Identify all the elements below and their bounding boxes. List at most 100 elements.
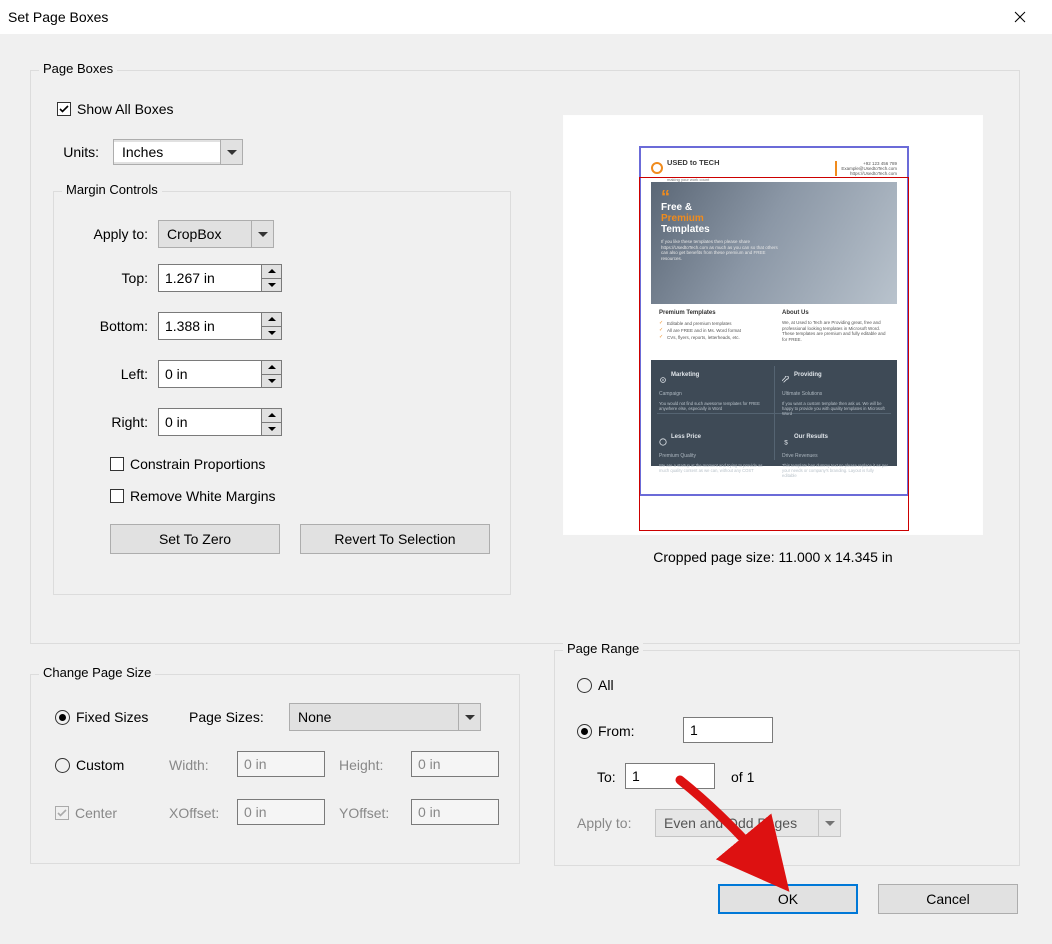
revert-to-selection-button[interactable]: Revert To Selection xyxy=(300,524,490,554)
units-combobox[interactable]: Inches xyxy=(113,139,243,165)
apply-to-value: CropBox xyxy=(159,224,251,244)
right-value: 0 in xyxy=(159,409,261,435)
page-sizes-combobox[interactable]: None xyxy=(289,703,481,731)
custom-label: Custom xyxy=(76,757,124,773)
fixed-sizes-label: Fixed Sizes xyxy=(76,709,148,725)
page-preview: USED to TECH making your work count +92 … xyxy=(563,115,983,535)
units-value: Inches xyxy=(114,142,220,162)
apply-to-combobox[interactable]: CropBox xyxy=(158,220,274,248)
arrow-down-icon xyxy=(268,331,276,335)
right-label: Right: xyxy=(74,414,148,430)
chevron-down-icon xyxy=(458,704,480,730)
arrow-up-icon xyxy=(268,413,276,417)
fixed-sizes-radio[interactable]: Fixed Sizes xyxy=(55,709,148,725)
top-spinbox[interactable]: 1.267 in xyxy=(158,264,282,292)
revert-to-selection-label: Revert To Selection xyxy=(334,531,455,547)
page-range-group: Page Range All From: 1 To: 1 of 1 Apply … xyxy=(554,650,1020,866)
spin-down[interactable] xyxy=(262,279,281,292)
height-field: 0 in xyxy=(411,751,499,777)
set-to-zero-button[interactable]: Set To Zero xyxy=(110,524,280,554)
close-button[interactable] xyxy=(996,0,1044,34)
height-label: Height: xyxy=(339,757,383,773)
right-spinbox[interactable]: 0 in xyxy=(158,408,282,436)
bottom-value: 1.388 in xyxy=(159,313,261,339)
arrow-up-icon xyxy=(268,317,276,321)
show-all-boxes-checkbox[interactable]: Show All Boxes xyxy=(57,101,174,117)
yoffset-label: YOffset: xyxy=(339,805,389,821)
chevron-down-icon xyxy=(818,810,840,836)
remove-white-margins-checkbox[interactable]: Remove White Margins xyxy=(110,488,276,504)
spin-up[interactable] xyxy=(262,313,281,327)
custom-radio[interactable]: Custom xyxy=(55,757,124,773)
page-range-label: Page Range xyxy=(563,641,643,656)
logo-icon xyxy=(651,162,663,174)
ok-label: OK xyxy=(778,891,798,907)
margin-controls-label: Margin Controls xyxy=(62,182,162,197)
to-field[interactable]: 1 xyxy=(625,763,715,789)
arrow-down-icon xyxy=(268,427,276,431)
of-label: of 1 xyxy=(731,769,754,785)
remove-white-margins-label: Remove White Margins xyxy=(130,488,276,504)
arrow-down-icon xyxy=(268,379,276,383)
from-label: From: xyxy=(598,723,635,739)
range-apply-to-combobox: Even and Odd Pages xyxy=(655,809,841,837)
width-label: Width: xyxy=(169,757,209,773)
margin-controls-group: Margin Controls Apply to: CropBox Top: 1… xyxy=(53,191,511,595)
cancel-label: Cancel xyxy=(926,891,970,907)
spin-down[interactable] xyxy=(262,423,281,436)
from-radio[interactable]: From: xyxy=(577,723,635,739)
bottom-label: Bottom: xyxy=(74,318,148,334)
arrow-up-icon xyxy=(268,269,276,273)
arrow-down-icon xyxy=(268,283,276,287)
change-page-size-group: Change Page Size Fixed Sizes Page Sizes:… xyxy=(30,674,520,864)
arrow-up-icon xyxy=(268,365,276,369)
check-icon xyxy=(57,809,67,817)
xoffset-field: 0 in xyxy=(237,799,325,825)
flyer-contacts: +92 123 456 789 Example@UsedtoTech.com h… xyxy=(835,161,897,176)
chevron-down-icon xyxy=(220,140,242,164)
titlebar: Set Page Boxes xyxy=(0,0,1052,34)
spin-down[interactable] xyxy=(262,375,281,388)
yoffset-field: 0 in xyxy=(411,799,499,825)
ok-button[interactable]: OK xyxy=(718,884,858,914)
range-apply-to-value: Even and Odd Pages xyxy=(656,813,818,833)
spin-up[interactable] xyxy=(262,409,281,423)
constrain-proportions-checkbox[interactable]: Constrain Proportions xyxy=(110,456,265,472)
range-apply-to-label: Apply to: xyxy=(577,815,631,831)
spin-up[interactable] xyxy=(262,361,281,375)
page-sizes-label: Page Sizes: xyxy=(189,709,264,725)
to-label: To: xyxy=(597,769,616,785)
left-value: 0 in xyxy=(159,361,261,387)
spin-down[interactable] xyxy=(262,327,281,340)
width-field: 0 in xyxy=(237,751,325,777)
cropped-size-text: Cropped page size: 11.000 x 14.345 in xyxy=(563,549,983,565)
page-boxes-group: Page Boxes Show All Boxes Units: Inches … xyxy=(30,70,1020,644)
xoffset-label: XOffset: xyxy=(169,805,219,821)
set-to-zero-label: Set To Zero xyxy=(159,531,231,547)
bottom-spinbox[interactable]: 1.388 in xyxy=(158,312,282,340)
chevron-down-icon xyxy=(251,221,273,247)
center-label: Center xyxy=(75,805,117,821)
close-icon xyxy=(1014,11,1026,23)
top-value: 1.267 in xyxy=(159,265,261,291)
left-label: Left: xyxy=(74,366,148,382)
center-checkbox: Center xyxy=(55,805,117,821)
all-radio[interactable]: All xyxy=(577,677,614,693)
all-label: All xyxy=(598,677,614,693)
window-title: Set Page Boxes xyxy=(8,9,996,25)
page-boxes-label: Page Boxes xyxy=(39,61,117,76)
check-icon xyxy=(59,105,69,113)
cancel-button[interactable]: Cancel xyxy=(878,884,1018,914)
page-sizes-value: None xyxy=(290,707,458,727)
left-spinbox[interactable]: 0 in xyxy=(158,360,282,388)
flyer-brand: USED to TECH xyxy=(667,158,720,167)
constrain-proportions-label: Constrain Proportions xyxy=(130,456,265,472)
from-field[interactable]: 1 xyxy=(683,717,773,743)
apply-to-label: Apply to: xyxy=(74,226,148,242)
units-label: Units: xyxy=(57,144,99,160)
show-all-boxes-label: Show All Boxes xyxy=(77,101,174,117)
top-label: Top: xyxy=(74,270,148,286)
preview-cropbox xyxy=(639,177,909,531)
change-page-size-label: Change Page Size xyxy=(39,665,155,680)
spin-up[interactable] xyxy=(262,265,281,279)
